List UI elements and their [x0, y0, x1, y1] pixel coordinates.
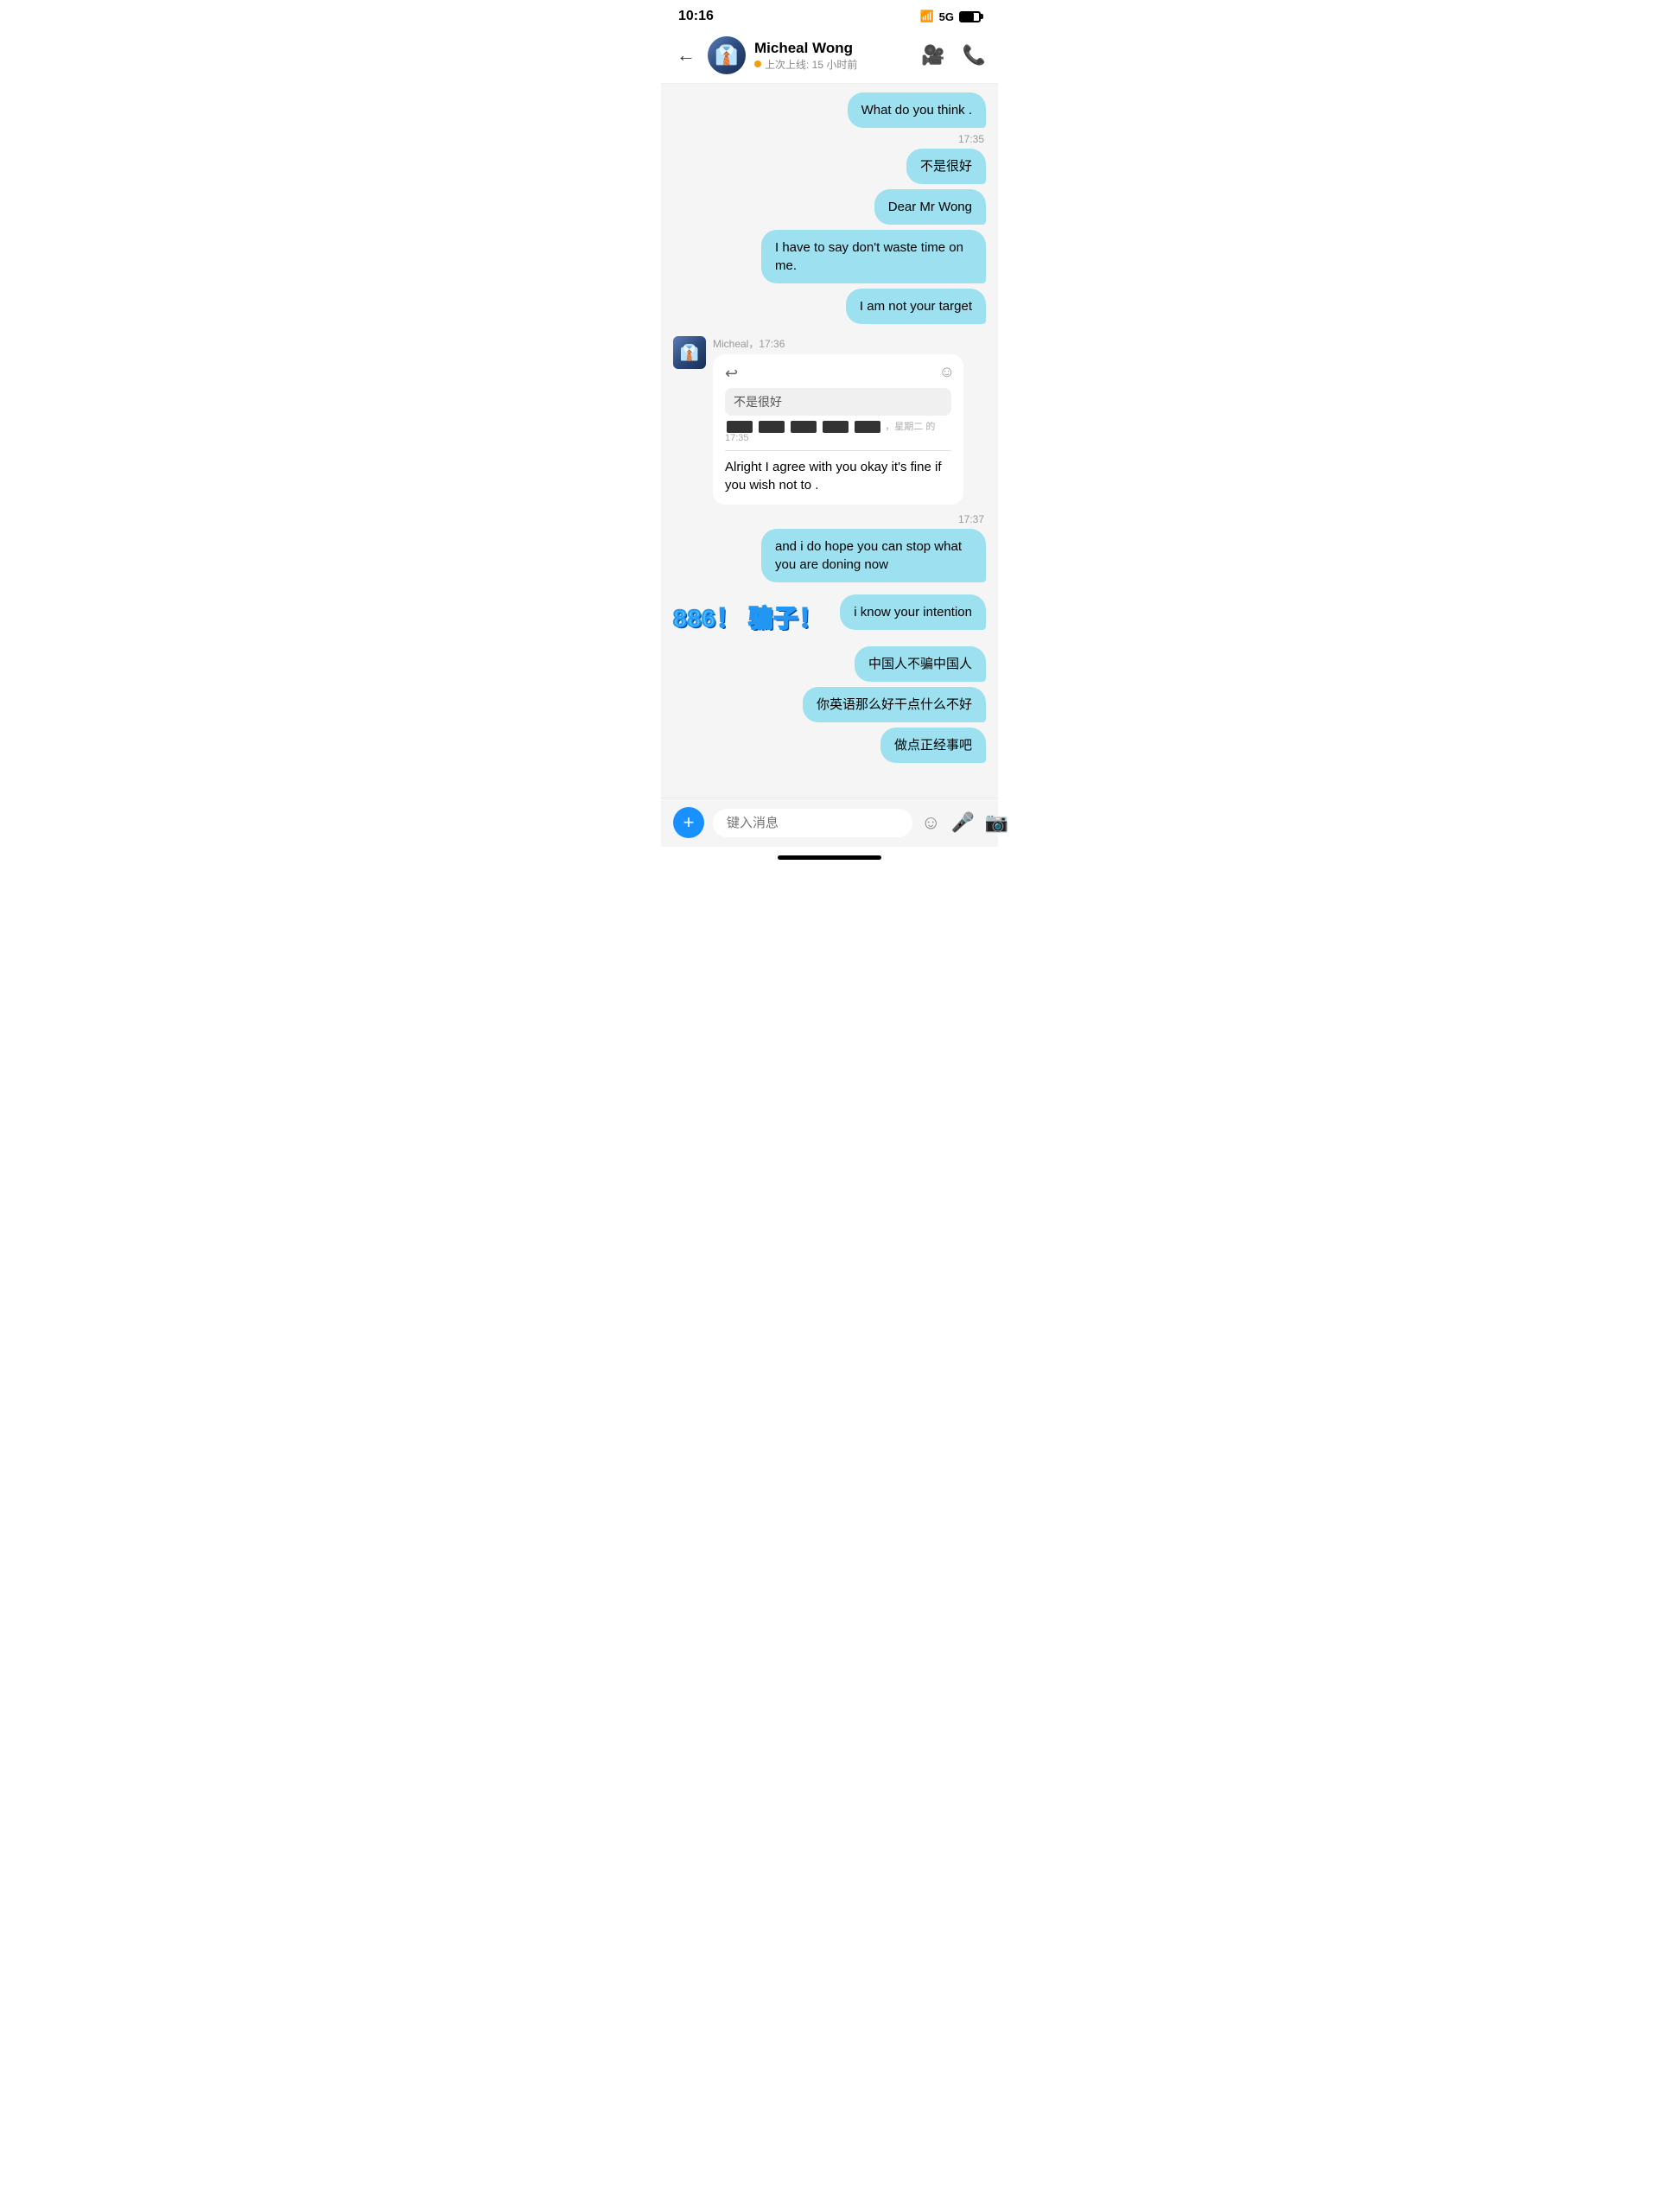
last-seen-text: 上次上线: 15 小时前 — [765, 57, 857, 72]
sent-bubble: I am not your target — [846, 289, 986, 324]
chat-header: ← Micheal Wong 上次上线: 15 小时前 🎥 📞 — [661, 29, 998, 84]
camera-button[interactable]: 📷 — [985, 811, 1008, 834]
sent-group-1737: and i do hope you can stop what you are … — [673, 529, 986, 588]
sent-bubble: I have to say don't waste time on me. — [761, 230, 986, 283]
add-button[interactable]: + — [673, 807, 704, 838]
received-content: Micheal，17:36 ☺ ↩ 不是很好 ，星期二 的 17:35 Alri… — [713, 336, 963, 505]
sent-group-sticker-row: i know your intention — [840, 594, 986, 635]
sender-name-time: Micheal，17:36 — [713, 336, 963, 351]
back-button[interactable]: ← — [673, 41, 699, 70]
quoted-meta: ，星期二 的 17:35 — [725, 419, 951, 443]
sent-bubble: 不是很好 — [906, 149, 986, 184]
sender-avatar — [673, 336, 706, 369]
sent-bubble: i know your intention — [840, 594, 986, 630]
status-icons: 📶 5G — [919, 10, 981, 23]
received-message-row: Micheal，17:36 ☺ ↩ 不是很好 ，星期二 的 17:35 Alri… — [673, 336, 986, 505]
signal-icon: 📶 — [919, 10, 933, 23]
reply-icon: ↩ — [725, 365, 951, 383]
quoted-text: 不是很好 — [725, 388, 951, 416]
chat-area: What do you think . 17:35 不是很好 Dear Mr W… — [661, 84, 998, 798]
status-bar: 10:16 📶 5G — [661, 0, 998, 29]
redacted-4 — [823, 421, 849, 433]
network-type: 5G — [939, 10, 954, 23]
redacted-2 — [759, 421, 785, 433]
contact-name: Micheal Wong — [754, 40, 912, 57]
received-message-text: Alright I agree with you okay it's fine … — [725, 458, 951, 494]
battery-icon — [959, 11, 981, 22]
sent-bubble: What do you think . — [848, 92, 986, 128]
message-row: 中国人不骗中国人 — [855, 646, 986, 682]
status-time: 10:16 — [678, 9, 714, 24]
online-dot — [754, 60, 761, 67]
emoji-button[interactable]: ☺ — [921, 811, 940, 834]
sticker-and-messages: 886！ 骗子！ i know your intention — [673, 594, 986, 639]
sticker-label: 886！ 骗子！ — [673, 600, 824, 634]
message-row: i know your intention — [840, 594, 986, 630]
message-row: I have to say don't waste time on me. — [761, 230, 986, 283]
message-row: Dear Mr Wong — [874, 189, 986, 225]
message-row: 你英语那么好干点什么不好 — [803, 687, 986, 722]
contact-avatar — [708, 36, 746, 74]
message-row: 做点正经事吧 — [880, 728, 986, 763]
input-bar: + ☺ 🎤 📷 — [661, 798, 998, 847]
message-row: and i do hope you can stop what you are … — [761, 529, 986, 582]
message-row: I am not your target — [846, 289, 986, 324]
voice-call-icon[interactable]: 📞 — [963, 44, 986, 67]
sticker-container: 886！ 骗子！ — [673, 594, 824, 639]
sent-bubble: 中国人不骗中国人 — [855, 646, 986, 682]
message-row: What do you think . — [673, 92, 986, 128]
video-call-icon[interactable]: 🎥 — [921, 44, 944, 67]
contact-status: 上次上线: 15 小时前 — [754, 57, 912, 72]
emoji-reaction: ☺ — [939, 363, 955, 381]
input-icons: ☺ 🎤 📷 — [921, 811, 1008, 834]
contact-info: Micheal Wong 上次上线: 15 小时前 — [754, 40, 912, 72]
header-icons: 🎥 📞 — [921, 44, 986, 67]
sent-bubble: 你英语那么好干点什么不好 — [803, 687, 986, 722]
sent-group-bottom: 中国人不骗中国人 你英语那么好干点什么不好 做点正经事吧 — [673, 646, 986, 768]
timestamp-1735: 17:35 — [673, 133, 986, 145]
redacted-3 — [791, 421, 817, 433]
sent-group-1735: 不是很好 Dear Mr Wong I have to say don't wa… — [673, 149, 986, 329]
reply-bubble: ☺ ↩ 不是很好 ，星期二 的 17:35 Alright I agree wi… — [713, 354, 963, 505]
sent-bubble: Dear Mr Wong — [874, 189, 986, 225]
timestamp-1737: 17:37 — [673, 513, 986, 525]
sent-bubble: 做点正经事吧 — [880, 728, 986, 763]
message-input[interactable] — [713, 809, 912, 837]
home-bar — [778, 855, 881, 860]
redacted-5 — [855, 421, 880, 433]
message-row: 不是很好 — [906, 149, 986, 184]
divider — [725, 450, 951, 451]
sent-bubble: and i do hope you can stop what you are … — [761, 529, 986, 582]
voice-button[interactable]: 🎤 — [950, 811, 974, 834]
redacted-1 — [727, 421, 753, 433]
home-indicator — [661, 847, 998, 865]
